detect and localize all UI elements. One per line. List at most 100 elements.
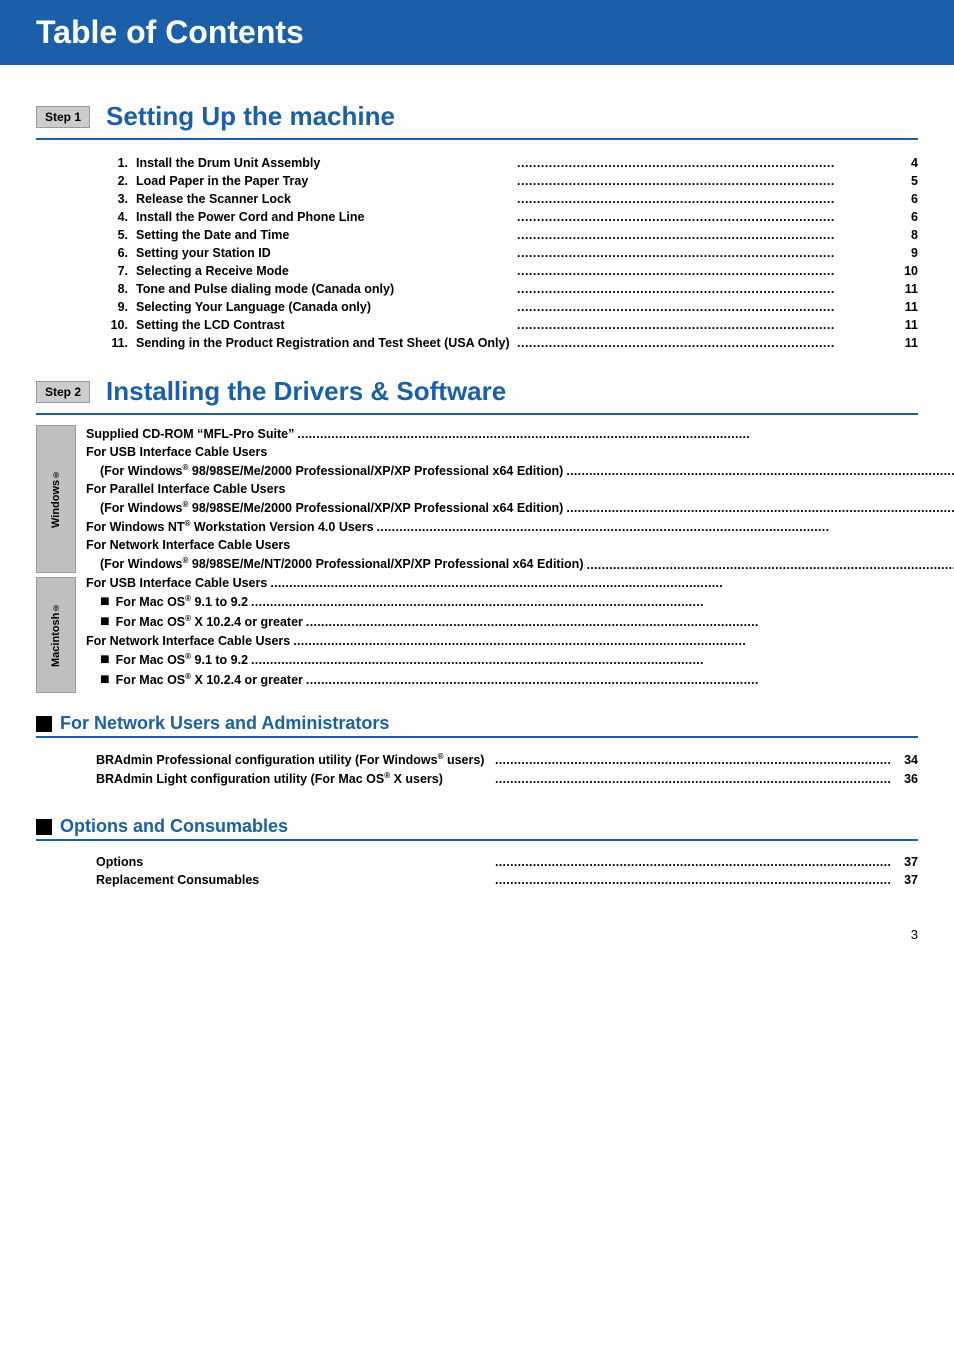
step2-title: Installing the Drivers & Software bbox=[106, 376, 506, 407]
entry-page: 11 bbox=[898, 282, 918, 296]
entry-label: For Mac OS® X 10.2.4 or greater bbox=[116, 614, 303, 629]
step1-badge: Step 1 bbox=[36, 106, 90, 128]
step1-entries: 1. Install the Drum Unit Assembly ......… bbox=[36, 150, 918, 360]
list-item: For USB Interface Cable Users bbox=[86, 443, 954, 461]
entry-page: 37 bbox=[894, 855, 918, 869]
network-title: For Network Users and Administrators bbox=[60, 713, 389, 734]
network-divider bbox=[36, 736, 918, 738]
entry-label: Install the Drum Unit Assembly bbox=[136, 156, 514, 170]
entry-number: 3. bbox=[96, 192, 128, 206]
entry-page: 11 bbox=[898, 336, 918, 350]
network-square-icon bbox=[36, 716, 52, 732]
side-labels: Windows®Macintosh® bbox=[36, 425, 76, 693]
entry-number: 1. bbox=[96, 156, 128, 170]
table-row: 8. Tone and Pulse dialing mode (Canada o… bbox=[36, 280, 918, 298]
list-item: For USB Interface Cable Users ..........… bbox=[86, 574, 954, 592]
entry-label: Install the Power Cord and Phone Line bbox=[136, 210, 514, 224]
step2-content: Windows®Macintosh® Supplied CD-ROM “MFL-… bbox=[36, 425, 918, 693]
entry-label: (For Windows® 98/98SE/Me/NT/2000 Profess… bbox=[100, 556, 583, 571]
step2-entries: Supplied CD-ROM “MFL-Pro Suite” ........… bbox=[76, 425, 954, 693]
table-row: 5. Setting the Date and Time ...........… bbox=[36, 226, 918, 244]
entry-number: 4. bbox=[96, 210, 128, 224]
table-row: 9. Selecting Your Language (Canada only)… bbox=[36, 298, 918, 316]
entry-label: Setting your Station ID bbox=[136, 246, 514, 260]
entry-number: 6. bbox=[96, 246, 128, 260]
step2-badge: Step 2 bbox=[36, 381, 90, 403]
entry-label: For Windows NT® Workstation Version 4.0 … bbox=[86, 519, 374, 534]
network-header: For Network Users and Administrators bbox=[36, 713, 918, 734]
entry-label: Load Paper in the Paper Tray bbox=[136, 174, 514, 188]
entry-page: 11 bbox=[898, 318, 918, 332]
mac-label: Macintosh® bbox=[36, 577, 76, 693]
list-item: (For Windows® 98/98SE/Me/NT/2000 Profess… bbox=[86, 554, 954, 573]
table-row: 11. Sending in the Product Registration … bbox=[36, 334, 918, 352]
entry-label: For Mac OS® 9.1 to 9.2 bbox=[116, 594, 248, 609]
page-title: Table of Contents bbox=[36, 14, 918, 51]
entry-label: Supplied CD-ROM “MFL-Pro Suite” bbox=[86, 427, 294, 441]
list-item: For Network Interface Cable Users bbox=[86, 536, 954, 554]
options-divider bbox=[36, 839, 918, 841]
list-item: (For Windows® 98/98SE/Me/2000 Profession… bbox=[86, 498, 954, 517]
step2-header: Step 2 Installing the Drivers & Software bbox=[36, 376, 918, 407]
options-entries: Options ................................… bbox=[36, 849, 918, 897]
options-title: Options and Consumables bbox=[60, 816, 288, 837]
list-item: ■ For Mac OS® 9.1 to 9.2 ...............… bbox=[86, 592, 954, 612]
bullet-icon: ■ bbox=[100, 594, 110, 610]
list-item: BRAdmin Light configuration utility (For… bbox=[96, 769, 918, 788]
entry-page: 34 bbox=[894, 753, 918, 767]
step2-divider bbox=[36, 413, 918, 415]
bullet-icon: ■ bbox=[100, 652, 110, 668]
windows-label: Windows® bbox=[36, 425, 76, 573]
list-item: ■ For Mac OS® 9.1 to 9.2 ...............… bbox=[86, 650, 954, 670]
options-square-icon bbox=[36, 819, 52, 835]
entry-number: 11. bbox=[96, 336, 128, 350]
entry-page: 5 bbox=[898, 174, 918, 188]
entry-label: BRAdmin Light configuration utility (For… bbox=[96, 771, 492, 786]
list-item: BRAdmin Professional configuration utili… bbox=[96, 750, 918, 769]
entry-label: For Mac OS® X 10.2.4 or greater bbox=[116, 672, 303, 687]
entry-page: 10 bbox=[898, 264, 918, 278]
header-bar: Table of Contents bbox=[0, 0, 954, 65]
entry-label: For USB Interface Cable Users bbox=[86, 576, 267, 590]
step1-title: Setting Up the machine bbox=[106, 101, 395, 132]
step1-divider bbox=[36, 138, 918, 140]
list-item: Supplied CD-ROM “MFL-Pro Suite” ........… bbox=[86, 425, 954, 443]
entry-page: 37 bbox=[894, 873, 918, 887]
entry-label: (For Windows® 98/98SE/Me/2000 Profession… bbox=[100, 500, 563, 515]
table-row: 2. Load Paper in the Paper Tray ........… bbox=[36, 172, 918, 190]
list-item: ■ For Mac OS® X 10.2.4 or greater ......… bbox=[86, 670, 954, 690]
table-row: 6. Setting your Station ID .............… bbox=[36, 244, 918, 262]
entry-label: Setting the Date and Time bbox=[136, 228, 514, 242]
list-item: For Network Interface Cable Users ......… bbox=[86, 632, 954, 650]
entry-page: 11 bbox=[898, 300, 918, 314]
list-item: Replacement Consumables ................… bbox=[96, 871, 918, 889]
entry-number: 5. bbox=[96, 228, 128, 242]
list-item: For Parallel Interface Cable Users bbox=[86, 480, 954, 498]
page-number: 3 bbox=[0, 917, 954, 952]
main-content: Step 1 Setting Up the machine 1. Install… bbox=[0, 65, 954, 917]
entry-label: Setting the LCD Contrast bbox=[136, 318, 514, 332]
table-row: 10. Setting the LCD Contrast ...........… bbox=[36, 316, 918, 334]
list-item: For Windows NT® Workstation Version 4.0 … bbox=[86, 517, 954, 536]
entry-label: Sending in the Product Registration and … bbox=[136, 336, 514, 350]
entry-label: For Network Interface Cable Users bbox=[86, 634, 290, 648]
entry-page: 6 bbox=[898, 210, 918, 224]
table-row: 7. Selecting a Receive Mode ............… bbox=[36, 262, 918, 280]
bullet-icon: ■ bbox=[100, 672, 110, 688]
entry-page: 4 bbox=[898, 156, 918, 170]
entry-label: Release the Scanner Lock bbox=[136, 192, 514, 206]
entry-label: For Parallel Interface Cable Users bbox=[86, 482, 285, 496]
entry-label: Tone and Pulse dialing mode (Canada only… bbox=[136, 282, 514, 296]
list-item: Options ................................… bbox=[96, 853, 918, 871]
entry-number: 2. bbox=[96, 174, 128, 188]
entry-label: Replacement Consumables bbox=[96, 873, 492, 887]
table-row: 3. Release the Scanner Lock ............… bbox=[36, 190, 918, 208]
list-item: ■ For Mac OS® X 10.2.4 or greater ......… bbox=[86, 612, 954, 632]
network-entries: BRAdmin Professional configuration utili… bbox=[36, 746, 918, 796]
options-header: Options and Consumables bbox=[36, 816, 918, 837]
entry-number: 10. bbox=[96, 318, 128, 332]
entry-label: Selecting a Receive Mode bbox=[136, 264, 514, 278]
entry-page: 36 bbox=[894, 772, 918, 786]
table-row: 1. Install the Drum Unit Assembly ......… bbox=[36, 154, 918, 172]
entry-number: 8. bbox=[96, 282, 128, 296]
